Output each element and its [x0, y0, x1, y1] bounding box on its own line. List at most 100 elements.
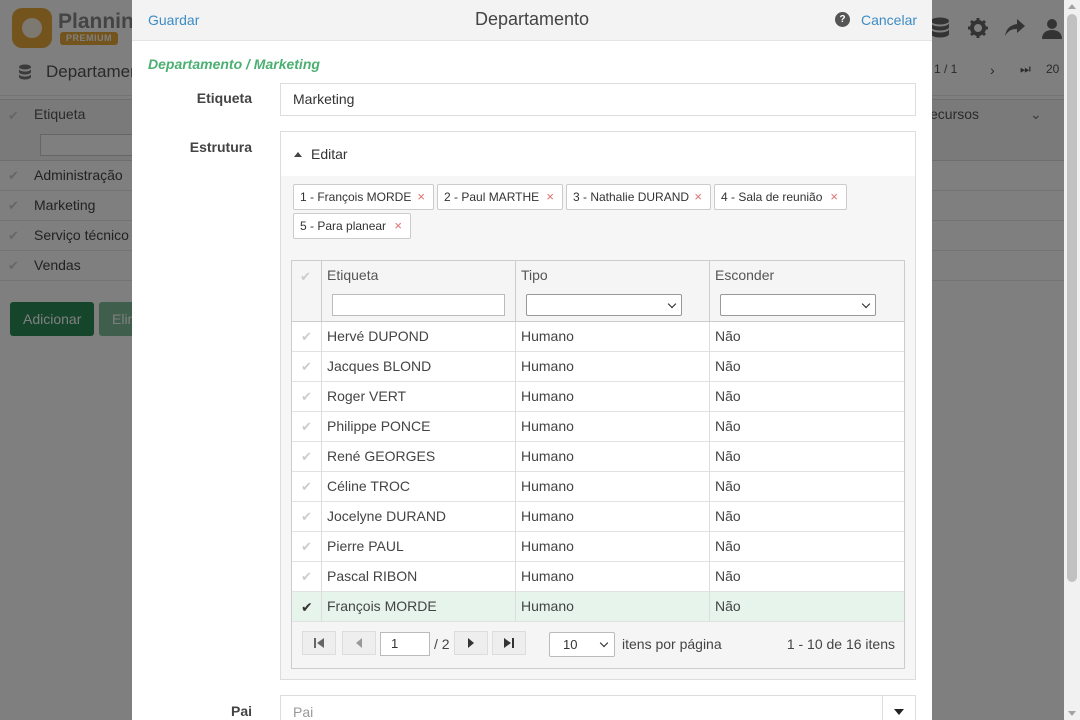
hide-filter-select[interactable]: [720, 294, 876, 316]
resource-tag: 3 - Nathalie DURAND ×: [566, 184, 711, 210]
remove-tag-icon[interactable]: ×: [546, 185, 554, 209]
table-row[interactable]: ✔ Hervé DUPOND Humano Não: [292, 322, 904, 352]
table-row[interactable]: ✔ Jacques BLOND Humano Não: [292, 352, 904, 382]
tag-label: 1 - François MORDE: [300, 190, 412, 204]
next-page-button[interactable]: [454, 631, 488, 655]
cancel-button[interactable]: Cancelar: [861, 12, 917, 28]
row-type-cell: Humano: [516, 382, 710, 412]
row-hide-cell: Não: [715, 328, 741, 344]
check-icon[interactable]: ✔: [301, 359, 312, 375]
resource-tag: 5 - Para planear ×: [293, 213, 411, 239]
table-row[interactable]: ✔ Roger VERT Humano Não: [292, 382, 904, 412]
row-select-cell[interactable]: ✔: [292, 412, 322, 442]
structure-field-label: Estrutura: [189, 139, 252, 155]
tag-label: 2 - Paul MARTHE: [444, 190, 540, 204]
row-select-cell[interactable]: ✔: [292, 322, 322, 352]
table-row[interactable]: ✔ Pierre PAUL Humano Não: [292, 532, 904, 562]
resource-tag: 2 - Paul MARTHE ×: [437, 184, 563, 210]
edit-toggle[interactable]: Editar: [311, 146, 348, 162]
table-row[interactable]: ✔ Philippe PONCE Humano Não: [292, 412, 904, 442]
row-hide-cell: Não: [715, 448, 741, 464]
caret-up-icon[interactable]: [294, 152, 302, 157]
next-page-icon: [468, 638, 474, 648]
prev-page-icon: [356, 638, 362, 648]
parent-select[interactable]: Pai: [280, 695, 916, 720]
page-number-input[interactable]: 1: [380, 632, 430, 656]
last-page-button[interactable]: [492, 631, 526, 655]
row-select-cell[interactable]: ✔: [292, 562, 322, 592]
resource-tag: 4 - Sala de reunião ×: [714, 184, 847, 210]
row-hide-cell: Não: [715, 358, 741, 374]
row-label-cell: René GEORGES: [322, 442, 516, 472]
row-label-cell: Roger VERT: [322, 382, 516, 412]
col-label-title: Etiqueta: [327, 267, 379, 283]
row-hide-cell: Não: [715, 478, 741, 494]
row-type-cell: Humano: [516, 592, 710, 622]
page-size-select[interactable]: 10: [549, 632, 615, 657]
scroll-up-arrow-icon[interactable]: [1068, 4, 1076, 9]
row-select-cell[interactable]: ✔: [292, 502, 322, 532]
table-row[interactable]: ✔ Jocelyne DURAND Humano Não: [292, 502, 904, 532]
parent-field-label: Pai: [230, 703, 252, 719]
structure-header[interactable]: Editar: [281, 132, 915, 176]
check-icon[interactable]: ✔: [301, 539, 312, 555]
select-all-cell[interactable]: ✔: [292, 261, 322, 322]
check-icon[interactable]: ✔: [301, 599, 313, 616]
department-modal: Guardar Departamento ? Cancelar Departam…: [132, 0, 932, 720]
page-scrollbar[interactable]: [1064, 0, 1080, 720]
row-select-cell[interactable]: ✔: [292, 592, 322, 622]
help-icon[interactable]: ?: [835, 12, 850, 27]
tag-label: 3 - Nathalie DURAND: [573, 190, 690, 204]
check-icon[interactable]: ✔: [300, 269, 311, 285]
row-select-cell[interactable]: ✔: [292, 382, 322, 412]
remove-tag-icon[interactable]: ×: [830, 185, 838, 209]
row-hide-cell: Não: [715, 538, 741, 554]
label-input[interactable]: Marketing: [280, 83, 916, 116]
table-row[interactable]: ✔ Céline TROC Humano Não: [292, 472, 904, 502]
check-icon[interactable]: ✔: [301, 389, 312, 405]
row-label-cell: Céline TROC: [322, 472, 516, 502]
row-type-cell: Humano: [516, 472, 710, 502]
row-label-cell: Hervé DUPOND: [322, 322, 516, 352]
table-row[interactable]: ✔ Pascal RIBON Humano Não: [292, 562, 904, 592]
row-hide-cell: Não: [715, 568, 741, 584]
remove-tag-icon[interactable]: ×: [394, 214, 402, 238]
row-select-cell[interactable]: ✔: [292, 442, 322, 472]
row-hide-cell: Não: [715, 388, 741, 404]
remove-tag-icon[interactable]: ×: [417, 185, 425, 209]
row-select-cell[interactable]: ✔: [292, 532, 322, 562]
dropdown-arrow-icon[interactable]: [882, 696, 915, 720]
page-count: / 2: [434, 636, 450, 652]
tag-label: 4 - Sala de reunião: [721, 190, 823, 204]
table-row[interactable]: ✔ René GEORGES Humano Não: [292, 442, 904, 472]
breadcrumb: Departamento / Marketing: [148, 56, 320, 72]
row-type-cell: Humano: [516, 352, 710, 382]
check-icon[interactable]: ✔: [301, 419, 312, 435]
check-icon[interactable]: ✔: [301, 479, 312, 495]
grid-header: ✔ Etiqueta Tipo Esconder: [292, 261, 904, 322]
row-select-cell[interactable]: ✔: [292, 352, 322, 382]
scroll-down-arrow-icon[interactable]: [1068, 711, 1076, 716]
check-icon[interactable]: ✔: [301, 509, 312, 525]
row-select-cell[interactable]: ✔: [292, 472, 322, 502]
row-type-cell: Humano: [516, 322, 710, 352]
row-type-cell: Humano: [516, 412, 710, 442]
modal-title: Departamento: [474, 9, 590, 29]
row-type-cell: Humano: [516, 532, 710, 562]
type-filter-select[interactable]: [526, 294, 682, 316]
col-hide-title: Esconder: [715, 267, 775, 283]
prev-page-button[interactable]: [342, 631, 376, 655]
row-label-cell: Philippe PONCE: [322, 412, 516, 442]
col-type-title: Tipo: [521, 267, 548, 283]
col-hide: Esconder: [710, 261, 904, 322]
check-icon[interactable]: ✔: [301, 569, 312, 585]
check-icon[interactable]: ✔: [301, 329, 312, 345]
label-filter-input[interactable]: [332, 294, 505, 316]
scrollbar-thumb[interactable]: [1067, 14, 1077, 582]
remove-tag-icon[interactable]: ×: [694, 185, 702, 209]
modal-header: Guardar Departamento ? Cancelar: [132, 0, 932, 41]
first-page-button[interactable]: [302, 631, 336, 655]
check-icon[interactable]: ✔: [301, 449, 312, 465]
structure-panel: Editar 1 - François MORDE × 2 - Paul MAR…: [280, 131, 916, 680]
table-row[interactable]: ✔ François MORDE Humano Não: [292, 592, 904, 622]
